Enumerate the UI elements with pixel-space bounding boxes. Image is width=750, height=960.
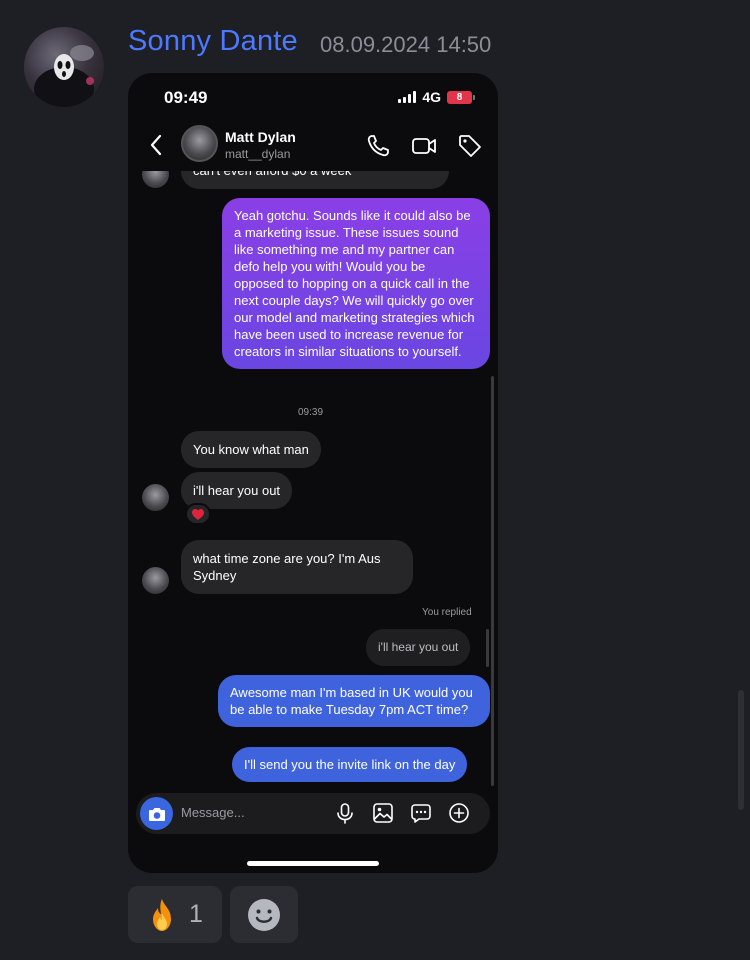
battery-level: 8 [456,91,463,103]
sticker-icon[interactable] [410,802,432,824]
fire-reaction-button[interactable]: 1 [128,886,222,943]
incoming-message[interactable]: You know what man [181,431,321,468]
network-label: 4G [422,89,441,105]
message-input[interactable]: Message... [181,805,245,820]
status-bar-indicators: 4G 8 [398,89,475,105]
reaction-count: 1 [189,900,203,928]
home-indicator [247,861,379,866]
camera-button[interactable] [140,797,173,830]
screenshot-attachment[interactable]: 09:49 4G 8 Matt Dylan matt__dylan can [128,73,498,873]
contact-small-avatar [142,567,169,594]
back-chevron-icon[interactable] [148,133,164,157]
contact-name[interactable]: Matt Dylan [225,129,296,145]
contact-small-avatar [142,484,169,511]
quoted-message[interactable]: i'll hear you out [366,629,471,666]
smiley-add-reaction-icon [248,898,280,931]
author-avatar[interactable] [24,27,104,107]
message-composer[interactable]: Message... [136,793,490,834]
tag-icon[interactable] [457,133,483,159]
author-name[interactable]: Sonny Dante [128,25,298,58]
contact-avatar[interactable] [181,125,218,162]
message-timestamp: 08.09.2024 14:50 [320,32,492,57]
add-plus-icon[interactable] [448,802,470,824]
contact-handle: matt__dylan [225,147,291,161]
outgoing-message[interactable]: I'll send you the invite link on the day [232,747,468,782]
outgoing-message[interactable]: Yeah gotchu. Sounds like it could also b… [222,198,490,369]
chat-header: Matt Dylan matt__dylan [128,123,498,171]
camera-icon [148,807,165,821]
reply-indicator [486,629,489,667]
incoming-message[interactable]: what time zone are you? I'm Aus Sydney [181,540,413,594]
status-bar-time: 09:49 [164,88,208,107]
thread-scrollbar[interactable] [491,376,494,786]
contact-small-avatar [142,171,169,188]
outgoing-message[interactable]: Awesome man I'm based in UK would you be… [218,675,490,727]
gallery-icon[interactable] [372,802,394,824]
message-thread[interactable]: can't even afford $0 a week Yeah gotchu.… [128,171,498,793]
add-reaction-button[interactable] [230,886,298,943]
time-separator: 09:39 [298,407,324,418]
heart-reaction[interactable] [185,503,211,525]
video-call-icon[interactable] [411,133,437,159]
channel-scrollbar[interactable] [738,690,744,810]
incoming-message[interactable]: can't even afford $0 a week [181,171,449,189]
phone-call-icon[interactable] [365,133,391,159]
you-replied-label: You replied [422,607,472,618]
heart-icon [192,508,204,520]
fire-emoji-icon [153,898,172,931]
battery-icon: 8 [447,90,475,104]
signal-icon [398,91,417,103]
microphone-icon[interactable] [334,802,356,824]
